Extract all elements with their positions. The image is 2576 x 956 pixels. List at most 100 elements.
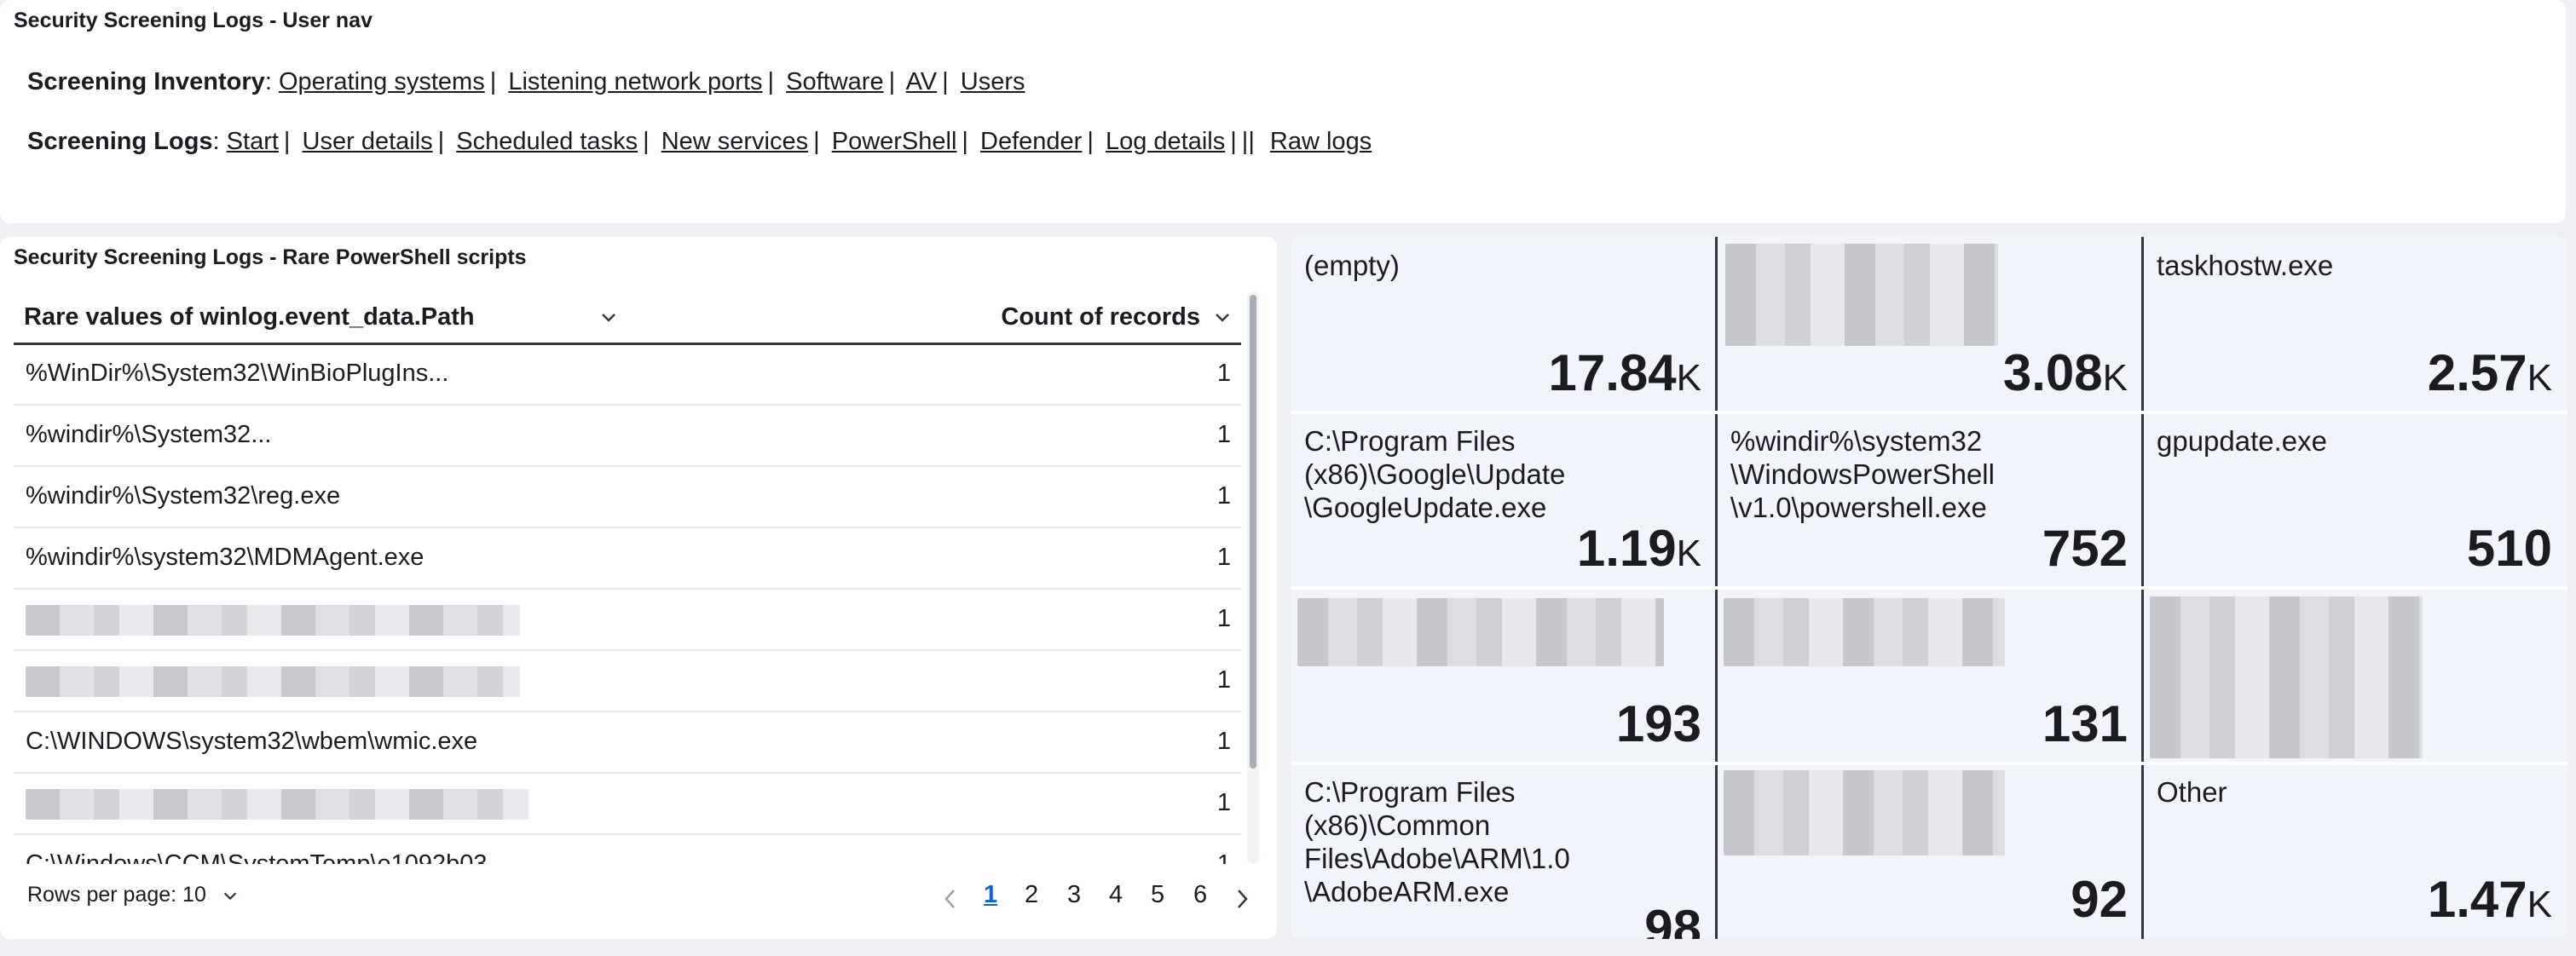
treemap-cell[interactable]: C:\Program Files (x86)\Google\Update \Go… (1291, 412, 1717, 588)
value-number: 510 (2466, 520, 2552, 577)
separator: | (767, 68, 775, 95)
link-powershell[interactable]: PowerShell (832, 128, 957, 155)
inventory-label: Screening Inventory (27, 68, 265, 95)
value-number: 752 (2042, 520, 2128, 577)
treemap-cell[interactable]: gpupdate.exe 510 (2143, 412, 2567, 588)
path-cell: C:\WINDOWS\system32\wbem\wmic.exe (26, 728, 478, 755)
link-start[interactable]: Start (227, 128, 279, 155)
count-cell: 1 (1216, 421, 1231, 448)
link-users[interactable]: Users (961, 68, 1025, 95)
redacted-label (1724, 770, 2005, 855)
treemap-cell-value: 1.19K (1577, 519, 1701, 578)
chevron-right-icon[interactable] (1233, 886, 1251, 912)
scrollbar-thumb[interactable] (1250, 295, 1256, 769)
separator: | (813, 128, 820, 155)
value-suffix: K (1676, 357, 1701, 399)
link-scheduled-tasks[interactable]: Scheduled tasks (456, 128, 638, 155)
table-row[interactable]: 1 (14, 774, 1241, 835)
path-cell: %windir%\system32\MDMAgent.exe (26, 544, 425, 571)
label-colon: : (212, 128, 227, 155)
separator: | (643, 128, 650, 155)
link-user-details[interactable]: User details (303, 128, 433, 155)
treemap-cell-label: taskhostw.exe (2157, 250, 2334, 281)
treemap-cell[interactable]: 131 (1717, 588, 2143, 763)
page-3-button[interactable]: 3 (1067, 881, 1081, 909)
link-operating-systems[interactable]: Operating systems (279, 68, 485, 95)
count-cell: 1 (1216, 850, 1231, 864)
value-suffix: K (2527, 357, 2552, 399)
treemap-cell-value: 193 (1616, 694, 1701, 753)
label-colon: : (264, 68, 279, 95)
table-header: Rare values of winlog.event_data.Path Co… (14, 291, 1241, 345)
table-body: %WinDir%\System32\WinBioPlugIns... 1 %wind… (14, 344, 1241, 864)
treemap-cell[interactable]: %windir%\system32 \WindowsPowerShell \v1… (1717, 412, 2143, 588)
table-row[interactable]: C:\Windows\CCM\SystemTemp\e1092b03 1 (14, 835, 1241, 864)
page-5-button[interactable]: 5 (1151, 881, 1164, 909)
table-row[interactable]: %WinDir%\System32\WinBioPlugIns... 1 (14, 344, 1241, 406)
path-cell: %windir%\System32... (26, 421, 272, 448)
chevron-down-icon[interactable] (1212, 307, 1233, 327)
value-suffix: K (2102, 357, 2128, 399)
link-raw-logs[interactable]: Raw logs (1270, 128, 1372, 155)
link-log-details[interactable]: Log details (1106, 128, 1225, 155)
value-suffix: K (1676, 533, 1701, 574)
treemap-gap (1291, 762, 2567, 765)
treemap-cell-label: (empty) (1304, 250, 1400, 281)
path-cell: %WinDir%\System32\WinBioPlugIns... (26, 360, 449, 387)
rows-per-page-select[interactable]: Rows per page: 10 (27, 883, 240, 907)
link-new-services[interactable]: New services (661, 128, 808, 155)
table-row[interactable]: C:\WINDOWS\system32\wbem\wmic.exe 1 (14, 712, 1241, 774)
count-cell: 1 (1216, 728, 1231, 755)
value-number: 193 (1615, 695, 1701, 752)
link-listening-network-ports[interactable]: Listening network ports (508, 68, 762, 95)
table-row[interactable]: %windir%\System32\reg.exe 1 (14, 467, 1241, 528)
page-2-button[interactable]: 2 (1025, 881, 1038, 909)
page-6-button[interactable]: 6 (1193, 881, 1207, 909)
link-defender[interactable]: Defender (980, 128, 1082, 155)
chevron-down-icon[interactable] (598, 307, 619, 327)
treemap-cell[interactable]: taskhostw.exe 2.57K (2143, 237, 2567, 412)
treemap-panel: (empty) 17.84K 3.08K taskhostw.exe 2.57K C:\P… (1291, 237, 2567, 939)
separator: | (888, 68, 896, 95)
user-nav-panel: Security Screening Logs - User nav Scree… (0, 0, 2566, 223)
chevron-left-icon[interactable] (941, 886, 960, 912)
treemap-cell[interactable]: Other 1.47K (2143, 763, 2567, 939)
value-number: 92 (2071, 871, 2128, 928)
page-4-button[interactable]: 4 (1109, 881, 1123, 909)
inventory-nav-line: Screening Inventory: Operating systems | … (27, 68, 1025, 96)
separator: | (962, 128, 968, 155)
table-row[interactable]: 1 (14, 590, 1241, 651)
treemap-cell[interactable]: 3.08K (1717, 237, 2143, 412)
treemap-cell[interactable]: 193 (1291, 588, 1717, 763)
value-number: 98 (1644, 900, 1701, 939)
count-cell: 1 (1216, 482, 1231, 510)
treemap-cell-label: C:\Program Files (x86)\Google\Update \Go… (1304, 425, 1566, 523)
link-av[interactable]: AV (906, 68, 938, 95)
separator: | (283, 128, 291, 155)
redacted-label (1297, 598, 1664, 666)
treemap-cell[interactable]: (empty) 17.84K (1291, 237, 1717, 412)
treemap-cell[interactable] (2143, 588, 2567, 763)
table-row[interactable]: %windir%\System32... 1 (14, 406, 1241, 467)
value-number: 1.47 (2427, 871, 2527, 928)
count-cell: 1 (1216, 789, 1231, 816)
treemap-cell-value: 510 (2467, 519, 2552, 578)
rows-per-page-label: Rows per page: 10 (27, 883, 206, 907)
treemap-cell-value: 98 (1644, 899, 1701, 939)
treemap-cell-label: Other (2157, 776, 2227, 808)
count-cell: 1 (1216, 605, 1231, 632)
separator: | (437, 128, 445, 155)
treemap-cell[interactable]: 92 (1717, 763, 2143, 939)
table-row[interactable]: %windir%\system32\MDMAgent.exe 1 (14, 528, 1241, 590)
page-1-button[interactable]: 1 (984, 881, 997, 909)
count-cell: 1 (1216, 544, 1231, 571)
treemap-cell-value: 3.08K (2003, 343, 2128, 402)
panel-title: Security Screening Logs - User nav (14, 9, 373, 32)
column-header-path[interactable]: Rare values of winlog.event_data.Path (24, 303, 475, 331)
value-number: 2.57 (2427, 344, 2527, 401)
link-software[interactable]: Software (786, 68, 883, 95)
column-header-count[interactable]: Count of records (1001, 303, 1200, 331)
table-row[interactable]: 1 (14, 651, 1241, 712)
treemap-gap (1291, 586, 2567, 590)
treemap-cell[interactable]: C:\Program Files (x86)\Common Files\Adob… (1291, 763, 1717, 939)
